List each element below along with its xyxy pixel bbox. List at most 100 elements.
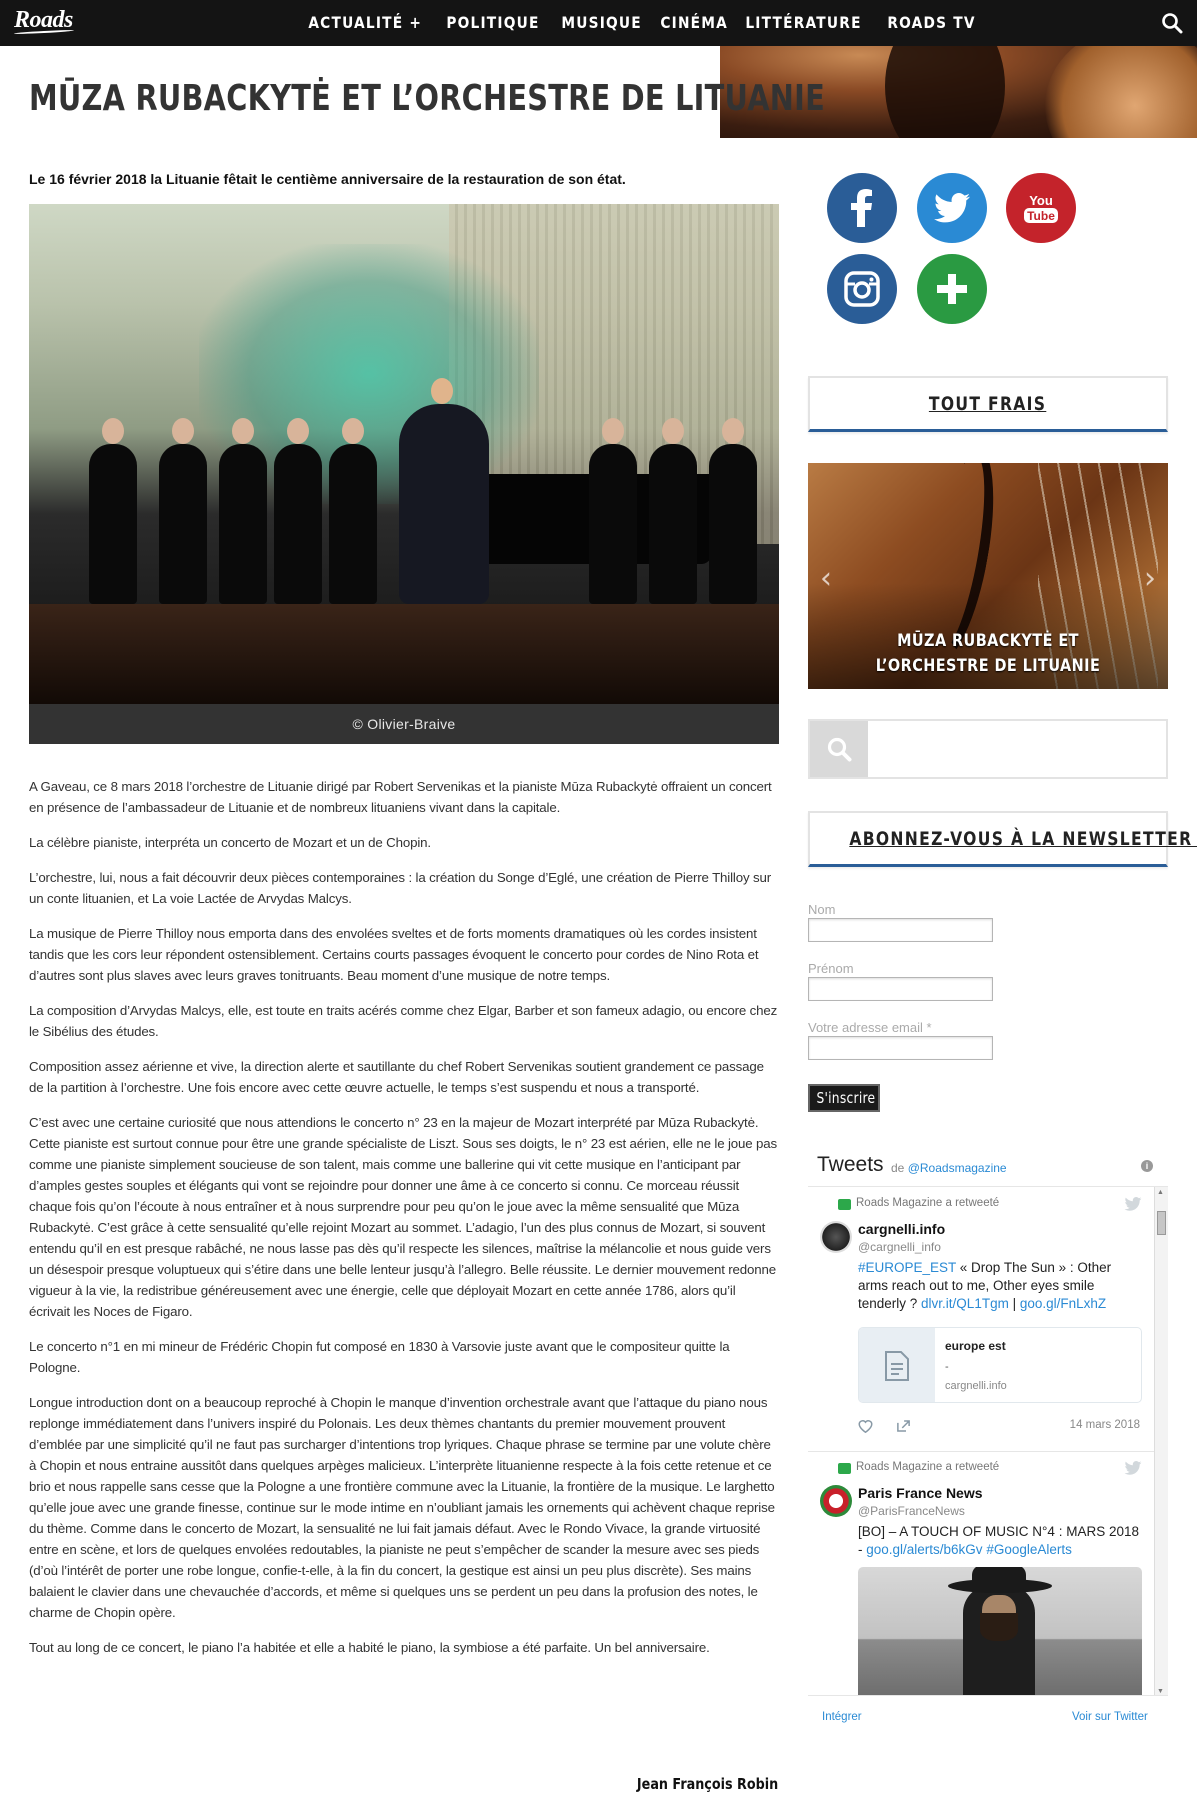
facebook-button[interactable]: [827, 173, 897, 243]
scrollbar-thumb[interactable]: [1157, 1211, 1166, 1235]
timeline-scrollbar[interactable]: ▲ ▼: [1154, 1187, 1168, 1695]
tout-frais-heading: TOUT FRAIS: [808, 376, 1168, 432]
photo-caption: © Olivier-Braive: [29, 704, 779, 744]
tweet-avatar[interactable]: [820, 1485, 852, 1517]
tweet-text: #EUROPE_EST « Drop The Sun » : Other arm…: [858, 1259, 1140, 1313]
nav-item-musique[interactable]: MUSIQUE: [551, 0, 652, 46]
article-lead: Le 16 février 2018 la Lituanie fêtait le…: [29, 171, 626, 187]
document-icon: [859, 1328, 935, 1402]
scroll-up-icon[interactable]: ▲: [1157, 1189, 1164, 1196]
more-share-button[interactable]: [917, 254, 987, 324]
twitter-account-link[interactable]: @Roadsmagazine: [908, 1161, 1007, 1175]
card-title: europe est: [945, 1339, 1006, 1353]
card-domain: cargnelli.info: [945, 1380, 1007, 1392]
featured-slider[interactable]: ‹ › MŪZA RUBACKYTĖ ET L’ORCHESTRE DE LIT…: [808, 463, 1168, 689]
newsletter-name-field[interactable]: [808, 918, 993, 942]
newsletter-submit-label: S'inscrire: [816, 1089, 876, 1107]
photo-musician: [159, 418, 207, 604]
tweet-link[interactable]: dlvr.it/QL1Tgm: [921, 1296, 1009, 1311]
main-menu: ACTUALITÉ + POLITIQUE MUSIQUE CINÉMA LIT…: [298, 0, 985, 46]
sidebar-search-button[interactable]: [810, 721, 868, 777]
article-paragraph: Tout au long de ce concert, le piano l’a…: [29, 1640, 710, 1655]
article-paragraph: Longue introduction dont on a beaucoup r…: [29, 1395, 775, 1620]
tweet-link[interactable]: goo.gl/FnLxhZ: [1020, 1296, 1106, 1311]
tweet-author-name[interactable]: Paris France News: [858, 1485, 983, 1501]
retweet-icon: [838, 1199, 851, 1210]
tweet-author-handle[interactable]: @cargnelli_info: [858, 1240, 941, 1254]
slider-title-text: MŪZA RUBACKYTĖ ET L’ORCHESTRE DE LITUANI…: [875, 631, 1101, 676]
newsletter-name-label: Nom: [808, 902, 836, 917]
sidebar-search: [808, 719, 1168, 779]
nav-item-roads-tv[interactable]: ROADS TV: [877, 0, 986, 46]
tweet-retweet-line: Roads Magazine a retweeté: [856, 1197, 1000, 1209]
tweet-hashtag[interactable]: #EUROPE_EST: [858, 1260, 956, 1275]
nav-item-litterature[interactable]: LITTÉRATURE: [735, 0, 872, 46]
tweet-media-image[interactable]: [858, 1567, 1142, 1695]
article-paragraph: Le concerto n°1 en mi mineur de Frédéric…: [29, 1339, 730, 1375]
twitter-button[interactable]: [917, 173, 987, 243]
tweet-avatar[interactable]: [820, 1221, 852, 1253]
slider-title[interactable]: MŪZA RUBACKYTĖ ET L’ORCHESTRE DE LITUANI…: [818, 629, 1158, 679]
tweet-author-name[interactable]: cargnelli.info: [858, 1221, 945, 1237]
article-paragraph: La célèbre pianiste, interpréta un conce…: [29, 835, 431, 850]
photo-man-hat-brim: [948, 1579, 1052, 1593]
twitter-embed-link[interactable]: Intégrer: [822, 1711, 862, 1723]
newsletter-firstname-field[interactable]: [808, 977, 993, 1001]
twitter-bird-icon[interactable]: [1124, 1461, 1142, 1475]
search-icon[interactable]: [1161, 12, 1183, 34]
article-paragraph: A Gaveau, ce 8 mars 2018 l’orchestre de …: [29, 779, 772, 815]
article-author: Jean François Robin: [636, 1775, 778, 1793]
scroll-down-icon[interactable]: ▼: [1157, 1688, 1164, 1695]
info-icon[interactable]: i: [1141, 1160, 1153, 1172]
photo-musician: [589, 418, 637, 604]
search-icon: [827, 737, 852, 762]
slider-next-arrow-icon[interactable]: ›: [1144, 561, 1156, 596]
newsletter-title: ABONNEZ-VOUS À LA NEWSLETTER !: [849, 828, 1197, 850]
retweet-icon: [838, 1463, 851, 1474]
photo-musician: [329, 418, 377, 604]
newsletter-email-field[interactable]: [808, 1036, 993, 1060]
newsletter-email-label: Votre adresse email *: [808, 1020, 932, 1035]
card-description: -: [945, 1361, 949, 1373]
tweet-link-card[interactable]: europe est - cargnelli.info: [858, 1327, 1142, 1403]
newsletter-heading: ABONNEZ-VOUS À LA NEWSLETTER !: [808, 811, 1197, 867]
photo-stage-floor: [29, 604, 779, 704]
twitter-bird-icon[interactable]: [1124, 1197, 1142, 1211]
photo-man-beard: [980, 1613, 1018, 1641]
photo-musician: [649, 418, 697, 604]
twitter-by-prefix: de: [891, 1161, 905, 1175]
article-paragraph: C’est avec une certaine curiosité que no…: [29, 1115, 778, 1319]
site-logo[interactable]: Roads: [14, 7, 73, 34]
youtube-button[interactable]: You Tube: [1006, 173, 1076, 243]
share-icon[interactable]: [896, 1419, 911, 1433]
photo-musician: [709, 418, 757, 604]
photo-soloist: [399, 378, 489, 604]
twitter-widget-title: Tweets: [817, 1153, 884, 1176]
slider-prev-arrow-icon[interactable]: ‹: [820, 561, 832, 596]
article-paragraph: La musique de Pierre Thilloy nous emport…: [29, 926, 759, 983]
facebook-icon: [851, 189, 872, 227]
tweet-date[interactable]: 14 mars 2018: [1070, 1419, 1140, 1431]
youtube-word-tube: Tube: [1027, 209, 1055, 223]
tweet-author-handle[interactable]: @ParisFranceNews: [858, 1504, 965, 1518]
tweet-text-sep: |: [1008, 1296, 1020, 1311]
nav-item-actualite[interactable]: ACTUALITÉ +: [298, 0, 432, 46]
tweet-retweet-line: Roads Magazine a retweeté: [856, 1461, 1000, 1473]
plus-icon: [937, 274, 967, 304]
nav-item-politique[interactable]: POLITIQUE: [436, 0, 550, 46]
article-paragraph: La composition d’Arvydas Malcys, elle, e…: [29, 1003, 778, 1039]
article-paragraph: L’orchestre, lui, nous a fait découvrir …: [29, 870, 772, 906]
view-on-twitter-link[interactable]: Voir sur Twitter: [1072, 1711, 1148, 1723]
twitter-icon: [934, 193, 970, 223]
instagram-button[interactable]: [827, 254, 897, 324]
tweet-hashtag[interactable]: #GoogleAlerts: [986, 1542, 1072, 1557]
newsletter-submit-button[interactable]: S'inscrire: [808, 1084, 880, 1112]
youtube-icon: You Tube: [1024, 193, 1058, 223]
youtube-word-you: You: [1029, 193, 1053, 208]
tweet-link[interactable]: goo.gl/alerts/b6kGv: [866, 1542, 982, 1557]
twitter-timeline[interactable]: Roads Magazine a retweeté cargnelli.info…: [808, 1186, 1168, 1696]
photo-musician: [274, 418, 322, 604]
nav-item-cinema[interactable]: CINÉMA: [650, 0, 738, 46]
heart-icon[interactable]: [858, 1419, 873, 1433]
article-body: A Gaveau, ce 8 mars 2018 l’orchestre de …: [29, 776, 779, 1672]
